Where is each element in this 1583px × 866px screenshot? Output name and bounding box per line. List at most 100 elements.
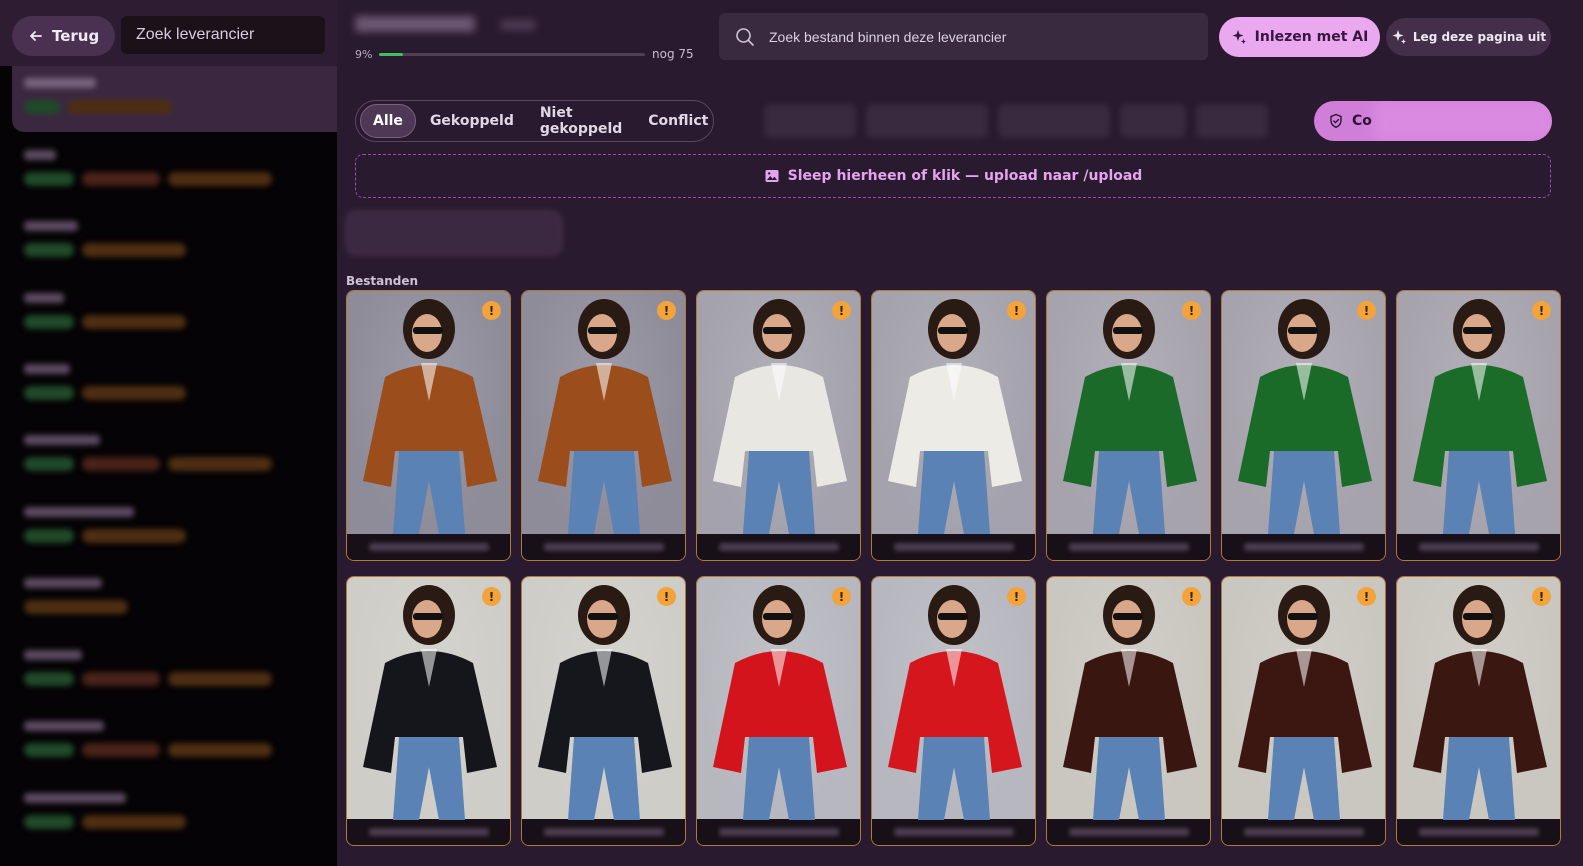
warning-icon: !: [1182, 301, 1201, 320]
progress-fill: [379, 53, 403, 56]
warning-icon: !: [1357, 587, 1376, 606]
supplier-title: [355, 16, 475, 32]
file-name: [522, 819, 685, 845]
file-search-input[interactable]: [769, 28, 1189, 45]
file-card[interactable]: !: [1221, 576, 1386, 846]
warning-icon: !: [1357, 301, 1376, 320]
sidebar-item[interactable]: [24, 793, 314, 849]
sidebar-header: Terug: [0, 0, 337, 66]
file-name: [1047, 534, 1210, 560]
image-icon: [765, 170, 779, 182]
sidebar-item[interactable]: [24, 507, 314, 563]
product-photo: !: [347, 577, 510, 820]
file-name: [1397, 819, 1560, 845]
file-card[interactable]: !: [871, 576, 1036, 846]
black-vinyl-jacket: [363, 585, 497, 820]
brown-leather-jacket: [363, 299, 497, 534]
green-vinyl-jacket-side: [1238, 299, 1372, 534]
sidebar-item[interactable]: [24, 578, 314, 634]
back-button-label: Terug: [52, 27, 100, 45]
sidebar-item[interactable]: [24, 650, 314, 706]
file-card[interactable]: !: [1396, 576, 1561, 846]
progress-percentage: 9%: [355, 48, 373, 61]
back-button[interactable]: Terug: [12, 16, 115, 56]
filter-tabs: Alle Gekoppeld Niet gekoppeld Conflict: [355, 100, 714, 142]
file-name: [1222, 819, 1385, 845]
warning-icon: !: [657, 587, 676, 606]
file-card[interactable]: !: [696, 290, 861, 561]
sidebar-item[interactable]: [24, 150, 314, 206]
product-photo: !: [1397, 577, 1560, 820]
dropzone-label: Sleep hierheen of klik — upload naar /up…: [787, 168, 1143, 184]
read-with-ai-button[interactable]: Inlezen met AI: [1219, 17, 1380, 57]
progress-remaining: nog 75: [652, 47, 694, 61]
sidebar-item-selected[interactable]: [12, 66, 337, 132]
warning-icon: !: [1007, 587, 1026, 606]
file-card[interactable]: !: [1221, 290, 1386, 561]
sidebar-item[interactable]: [24, 364, 314, 420]
file-name: [872, 819, 1035, 845]
file-card[interactable]: !: [521, 576, 686, 846]
red-vinyl-jacket-bucket-hat: [888, 585, 1022, 820]
sidebar-item[interactable]: [24, 221, 314, 277]
product-photo: !: [1397, 291, 1560, 534]
control-button[interactable]: Co: [1314, 101, 1552, 141]
file-card[interactable]: !: [871, 290, 1036, 561]
file-name: [347, 534, 510, 560]
stat-pill: [1196, 104, 1268, 138]
warning-icon: !: [832, 301, 851, 320]
supplier-search-input[interactable]: [121, 16, 325, 54]
dark-brown-leather-jacket: [1063, 585, 1197, 820]
white-jacket-front: [888, 299, 1022, 534]
black-vinyl-jacket-front: [538, 585, 672, 820]
warning-icon: !: [1532, 301, 1551, 320]
file-card[interactable]: !: [346, 576, 511, 846]
sidebar-item-content: [24, 78, 314, 134]
sparkle-icon: [1232, 30, 1246, 44]
stat-pill: [866, 104, 988, 138]
tab-linked[interactable]: Gekoppeld: [418, 104, 526, 138]
file-card[interactable]: !: [1046, 576, 1211, 846]
file-search[interactable]: [719, 13, 1208, 60]
file-name: [872, 534, 1035, 560]
upload-dropzone[interactable]: Sleep hierheen of klik — upload naar /up…: [355, 154, 1551, 198]
warning-icon: !: [1182, 587, 1201, 606]
warning-icon: !: [1007, 301, 1026, 320]
product-photo: !: [697, 577, 860, 820]
product-photo: !: [1047, 291, 1210, 534]
sidebar-item[interactable]: [24, 721, 314, 777]
file-name: [1222, 534, 1385, 560]
warning-icon: !: [482, 587, 501, 606]
product-photo: !: [347, 291, 510, 534]
explain-page-label: Leg deze pagina uit: [1412, 30, 1547, 44]
file-name: [697, 534, 860, 560]
stat-pill: [998, 104, 1110, 138]
product-photo: !: [1222, 291, 1385, 534]
section-title: Bestanden: [346, 274, 419, 288]
product-photo: !: [872, 577, 1035, 820]
arrow-left-icon: [30, 31, 42, 41]
file-card[interactable]: !: [696, 576, 861, 846]
product-photo: !: [522, 291, 685, 534]
stat-pill: [764, 104, 856, 138]
red-vinyl-jacket: [713, 585, 847, 820]
sidebar-item[interactable]: [24, 293, 314, 349]
file-card[interactable]: !: [346, 290, 511, 561]
file-card[interactable]: !: [1046, 290, 1211, 561]
file-card[interactable]: !: [1396, 290, 1561, 561]
product-photo: !: [697, 291, 860, 534]
tab-all[interactable]: Alle: [360, 104, 416, 138]
sidebar-item[interactable]: [24, 435, 314, 491]
file-card[interactable]: !: [521, 290, 686, 561]
dark-brown-leather-jacket-back: [1413, 585, 1547, 820]
folder-breadcrumb[interactable]: [346, 211, 562, 255]
green-vinyl-jacket: [1063, 299, 1197, 534]
warning-icon: !: [1532, 587, 1551, 606]
warning-icon: !: [482, 301, 501, 320]
tab-unlinked[interactable]: Niet gekoppeld: [528, 104, 634, 138]
white-jacket: [713, 299, 847, 534]
explain-page-button[interactable]: Leg deze pagina uit: [1386, 18, 1551, 56]
supplier-subtitle: [500, 20, 536, 30]
progress-bar: [379, 53, 645, 56]
tab-conflict[interactable]: Conflict: [636, 104, 720, 138]
